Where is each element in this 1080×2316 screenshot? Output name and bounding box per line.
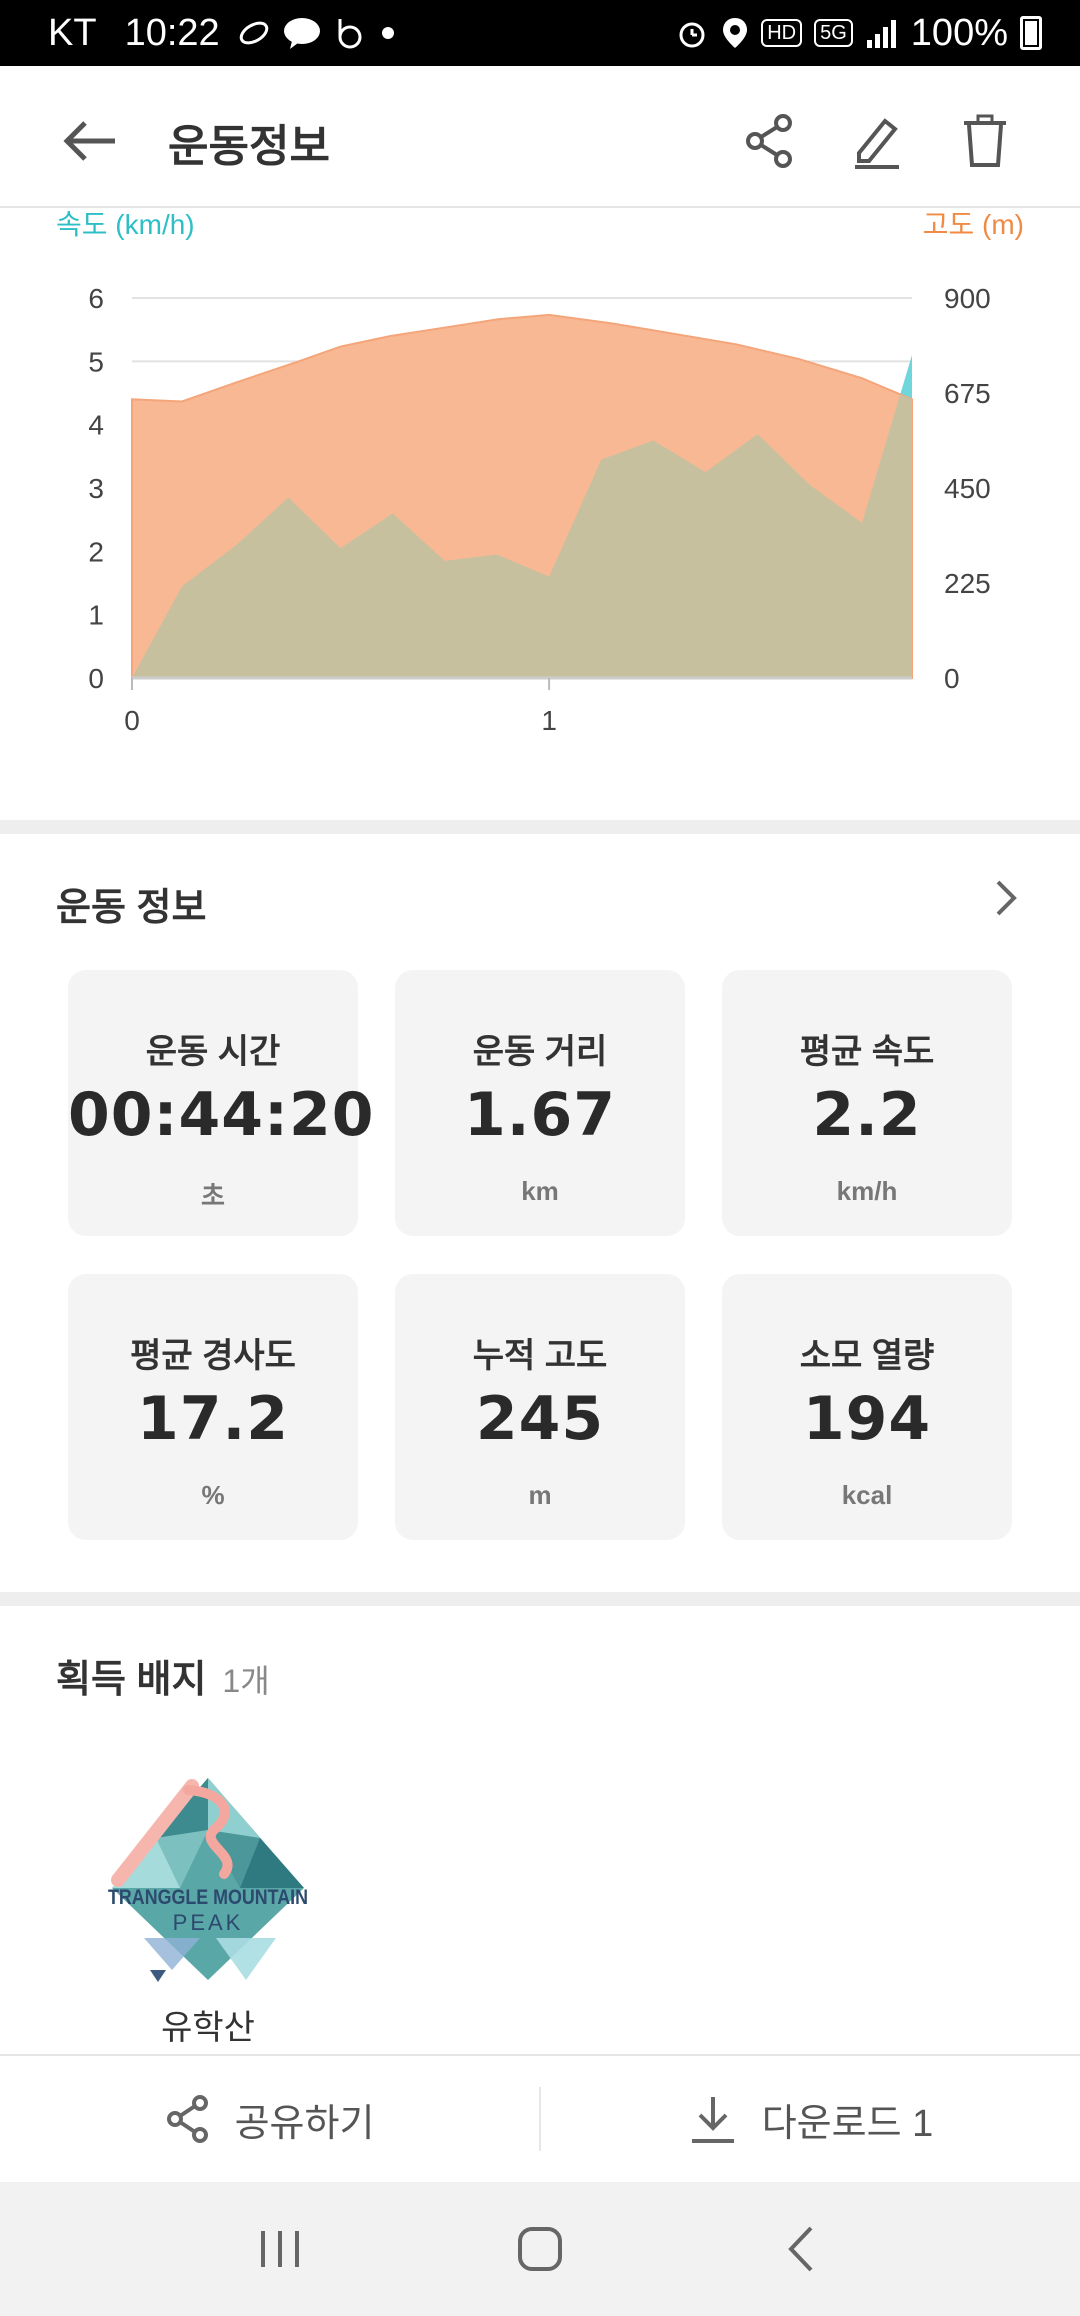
chart-areas [131, 313, 913, 679]
stat-value: 1.67 [463, 1080, 617, 1150]
x-tick-label: 0 [124, 705, 140, 736]
stat-unit: m [528, 1480, 552, 1510]
stat-unit: km [521, 1176, 559, 1206]
stat-unit: kcal [841, 1480, 893, 1510]
stat-value: 194 [802, 1384, 932, 1454]
talk-icon [283, 18, 320, 49]
stat-value: 00:44:20 [68, 1080, 375, 1150]
status-bar: KT 10:22 HD 5G 100% [0, 0, 1080, 66]
stat-label: 평균 경사도 [130, 1337, 296, 1375]
status-time: 10:22 [124, 11, 220, 54]
notification-dot [381, 27, 394, 39]
left-tick-label: 4 [88, 410, 104, 441]
chevron-right-icon [996, 880, 1017, 916]
signal-icon [866, 20, 896, 48]
alarm-icon [679, 22, 705, 48]
back-button[interactable] [56, 106, 126, 176]
badge-logo-text-1: TRANGGLE MOUNTAIN [108, 1886, 308, 1909]
stats-detail-button[interactable] [976, 868, 1036, 928]
stat-card-elevation-gain: 누적 고도 245 m [395, 1274, 685, 1540]
right-tick-label: 450 [944, 473, 991, 504]
b-icon [338, 19, 362, 49]
trash-icon [964, 114, 1006, 167]
stat-card-calories: 소모 열량 194 kcal [722, 1274, 1012, 1540]
download-action-label: 다운로드 1 [761, 2102, 934, 2145]
battery-icon [1020, 16, 1042, 50]
stat-card-avg-speed: 평균 속도 2.2 km/h [722, 970, 1012, 1236]
share-icon [746, 114, 792, 168]
hd-icon: HD [761, 19, 803, 47]
left-tick-label: 2 [88, 536, 104, 567]
stat-value: 245 [475, 1384, 605, 1454]
download-action-button[interactable]: 다운로드 1 [541, 2056, 1080, 2182]
back-icon [788, 2226, 813, 2272]
page-title: 운동정보 [168, 122, 330, 171]
stat-card-duration: 운동 시간 00:44:20 초 [68, 970, 375, 1236]
system-nav-bar [0, 2182, 1080, 2316]
stat-label: 운동 거리 [472, 1033, 608, 1071]
share-icon [166, 2095, 208, 2143]
section-divider [0, 1592, 1080, 1606]
stats-section-title: 운동 정보 [56, 887, 207, 929]
badge-logo-text-2: PEAK [173, 1910, 244, 1935]
left-tick-label: 1 [88, 600, 104, 631]
location-icon [723, 18, 748, 48]
left-tick-label: 5 [88, 346, 104, 377]
shoe-icon [239, 21, 268, 45]
right-tick-label: 900 [944, 283, 991, 314]
stat-label: 운동 시간 [145, 1033, 281, 1071]
badges-title-text: 획득 배지 [56, 1659, 207, 1701]
mountain-badge-icon: TRANGGLE MOUNTAIN PEAK [108, 1778, 308, 1982]
section-divider [0, 820, 1080, 834]
share-action-button[interactable]: 공유하기 [0, 2056, 539, 2182]
right-axis-label: 고도 (m) [923, 209, 1024, 240]
share-action-label: 공유하기 [234, 2102, 375, 2145]
left-tick-label: 3 [88, 473, 104, 504]
edit-icon [855, 118, 899, 169]
recents-button[interactable] [235, 2204, 325, 2294]
stat-card-avg-slope: 평균 경사도 17.2 % [68, 1274, 358, 1540]
left-axis-label: 속도 (km/h) [56, 209, 195, 240]
badge-name: 유학산 [161, 2009, 255, 2047]
right-tick-label: 225 [944, 568, 991, 599]
badge-item[interactable]: TRANGGLE MOUNTAIN PEAK [100, 1770, 316, 1995]
bottom-action-bar: 공유하기 다운로드 1 [0, 2054, 1080, 2182]
carrier-label: KT [48, 11, 97, 54]
left-tick-label: 6 [88, 283, 104, 314]
stat-label: 소모 열량 [799, 1337, 935, 1375]
stat-unit: km/h [836, 1176, 898, 1206]
edit-button[interactable] [842, 106, 912, 176]
left-tick-label: 0 [88, 663, 104, 694]
chart-svg: 속도 (km/h) 고도 (m) 0 1 2 3 4 5 6 0 225 450 675 900 0 1 [56, 209, 1024, 736]
download-icon [691, 2097, 734, 2143]
stat-unit: % [201, 1480, 225, 1510]
stat-label: 평균 속도 [799, 1033, 935, 1071]
stat-label: 누적 고도 [472, 1337, 608, 1375]
recents-icon [261, 2231, 299, 2267]
speed-elevation-chart: 속도 (km/h) 고도 (m) 0 1 2 3 4 5 6 0 225 450 675 900 0 1 [0, 208, 1080, 820]
5g-icon: 5G [814, 19, 853, 47]
back-arrow-icon [63, 121, 115, 161]
badges-section-title: 획득 배지 1개 [56, 1648, 270, 1703]
home-button[interactable] [495, 2204, 585, 2294]
x-tick-label: 1 [541, 705, 557, 736]
battery-percent: 100% [910, 11, 1008, 54]
system-back-button[interactable] [755, 2204, 845, 2294]
stat-card-distance: 운동 거리 1.67 km [395, 970, 685, 1236]
share-button[interactable] [734, 106, 804, 176]
right-tick-label: 0 [944, 663, 960, 694]
stat-value: 17.2 [136, 1384, 290, 1454]
app-bar: 운동정보 [0, 66, 1080, 208]
stat-value: 2.2 [812, 1080, 922, 1150]
home-icon [518, 2227, 562, 2271]
stat-unit: 초 [201, 1181, 225, 1211]
right-tick-label: 675 [944, 378, 991, 409]
badge-count: 1개 [222, 1663, 270, 1699]
delete-button[interactable] [950, 106, 1020, 176]
